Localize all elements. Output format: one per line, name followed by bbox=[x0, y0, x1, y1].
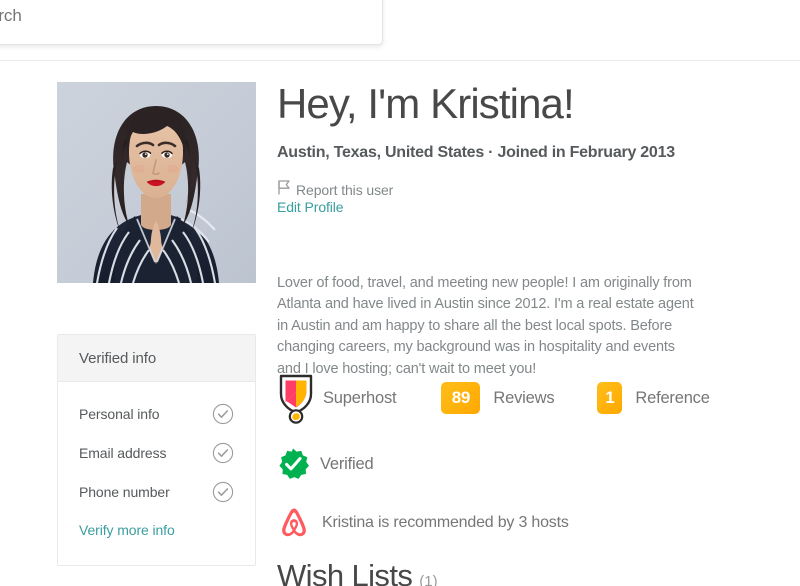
flag-icon bbox=[277, 179, 291, 200]
verified-info-row-email: Email address bbox=[58, 433, 255, 472]
reviews-badge[interactable]: 89 Reviews bbox=[441, 382, 555, 414]
verified-info-row-phone: Phone number bbox=[58, 472, 255, 511]
verified-info-list: Personal info Email address Phone number… bbox=[58, 382, 255, 538]
verified-check-icon bbox=[276, 447, 310, 481]
superhost-label: Superhost bbox=[323, 388, 397, 407]
reference-badge[interactable]: 1 Reference bbox=[597, 382, 710, 414]
verified-info-title: Verified info bbox=[79, 349, 157, 367]
search-input[interactable] bbox=[0, 0, 369, 34]
reference-count: 1 bbox=[597, 382, 623, 414]
wish-lists-title: Wish Lists bbox=[277, 558, 413, 586]
wish-lists-section-heading: Wish Lists (1) bbox=[277, 558, 438, 586]
verified-label: Verified bbox=[320, 454, 374, 473]
reference-label: Reference bbox=[635, 388, 710, 407]
reviews-label: Reviews bbox=[493, 388, 555, 407]
verified-status-row: Verified bbox=[276, 447, 374, 481]
airbnb-belo-icon bbox=[276, 504, 312, 542]
verified-info-label: Personal info bbox=[79, 405, 160, 422]
badge-row: Superhost 89 Reviews 1 Reference bbox=[276, 372, 710, 424]
profile-photo-image bbox=[57, 82, 256, 283]
recommended-by-hosts-row: Kristina is recommended by 3 hosts bbox=[276, 504, 569, 542]
profile-page: Verified info Personal info Email addres… bbox=[0, 0, 800, 586]
verify-more-info-link[interactable]: Verify more info bbox=[58, 511, 255, 538]
page-title: Hey, I'm Kristina! bbox=[277, 80, 575, 127]
verified-info-header: Verified info bbox=[58, 335, 255, 382]
edit-profile-link[interactable]: Edit Profile bbox=[277, 199, 344, 215]
superhost-badge[interactable]: Superhost bbox=[276, 372, 397, 424]
check-circle-icon bbox=[212, 442, 234, 464]
profile-bio: Lover of food, travel, and meeting new p… bbox=[277, 274, 694, 377]
top-bar bbox=[0, 0, 800, 61]
verified-info-label: Phone number bbox=[79, 483, 170, 500]
verified-info-card: Verified info Personal info Email addres… bbox=[57, 334, 256, 566]
verified-info-row-personal: Personal info bbox=[58, 394, 255, 433]
profile-photo[interactable] bbox=[57, 82, 256, 283]
report-this-user-label: Report this user bbox=[296, 181, 394, 198]
verified-info-label: Email address bbox=[79, 444, 167, 461]
superhost-shield-icon bbox=[276, 372, 316, 424]
profile-subtitle: Austin, Texas, United States · Joined in… bbox=[277, 144, 675, 161]
check-circle-icon bbox=[212, 403, 234, 425]
check-circle-icon bbox=[212, 481, 234, 503]
report-this-user-link[interactable]: Report this user bbox=[277, 179, 393, 200]
recommended-by-hosts-label: Kristina is recommended by 3 hosts bbox=[322, 514, 569, 531]
wish-lists-count: (1) bbox=[419, 573, 438, 586]
search-box[interactable] bbox=[0, 0, 383, 45]
reviews-count: 89 bbox=[441, 382, 481, 414]
